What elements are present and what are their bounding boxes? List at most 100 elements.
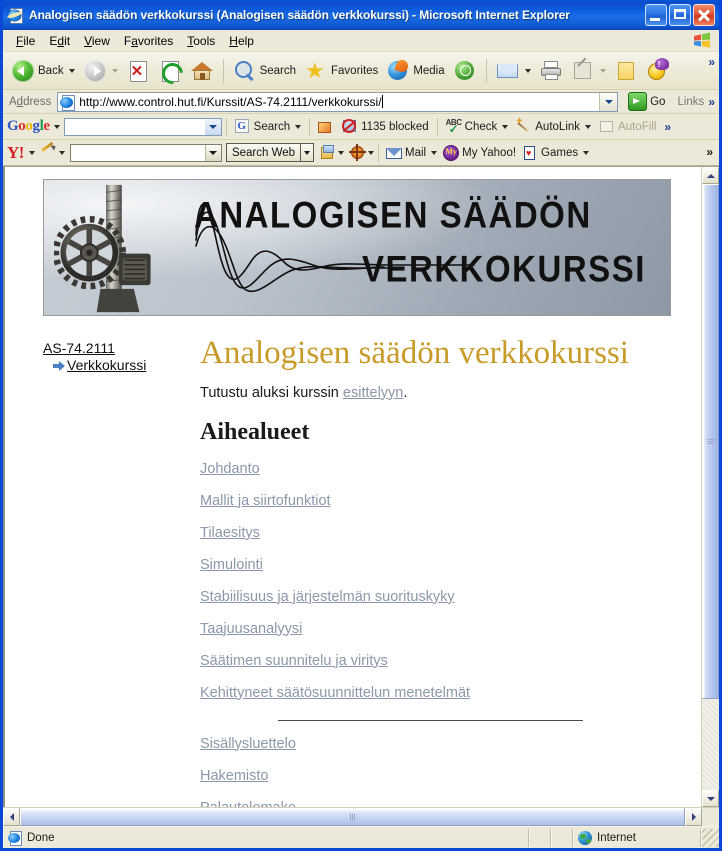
refresh-button[interactable]: [154, 55, 187, 88]
scroll-right-button[interactable]: [685, 808, 702, 826]
sidebar-item-verkkokurssi[interactable]: Verkkokurssi: [43, 357, 198, 373]
yahoo-search-history-dropdown[interactable]: [204, 144, 221, 161]
bookmarks-caret[interactable]: [338, 150, 345, 155]
google-search-button[interactable]: G Search: [231, 116, 305, 138]
autolink-caret[interactable]: [585, 124, 592, 129]
scroll-left-button[interactable]: [3, 808, 20, 826]
maximize-button[interactable]: [669, 4, 691, 26]
spellcheck-caret[interactable]: [502, 124, 509, 129]
google-g-icon: G: [234, 118, 251, 135]
topic-link-7[interactable]: Kehittyneet säätösuunnittelun menetelmät: [200, 685, 470, 701]
address-input[interactable]: http://www.control.hut.fi/Kurssit/AS-74.…: [57, 91, 619, 112]
resize-grip[interactable]: [701, 828, 719, 847]
go-button[interactable]: Go: [624, 92, 669, 111]
google-search-history-dropdown[interactable]: [204, 118, 221, 135]
edit-button[interactable]: [567, 55, 610, 87]
yahoo-games-button[interactable]: ♥ Games: [519, 142, 592, 164]
topic-link-0[interactable]: Johdanto: [200, 461, 260, 477]
topic-link-2[interactable]: Tilaesitys: [200, 525, 260, 541]
mail-dropdown-caret[interactable]: [524, 68, 531, 73]
menu-help[interactable]: Help: [222, 32, 261, 50]
edit-icon: [571, 57, 595, 83]
topic-link-5[interactable]: Taajuusanalyysi: [200, 621, 302, 637]
horizontal-scrollbar[interactable]: [3, 807, 719, 826]
search-button[interactable]: Search: [229, 55, 300, 87]
yahoo-overflow-chevron[interactable]: »: [706, 145, 713, 159]
address-dropdown-button[interactable]: [599, 92, 618, 111]
topic-link-4[interactable]: Stabiilisuus ja järjestelmän suorituskyk…: [200, 589, 455, 605]
list-item: Johdanto: [200, 460, 701, 478]
vertical-scroll-track[interactable]: [702, 184, 719, 790]
yahoo-mail-caret[interactable]: [431, 150, 438, 155]
back-dropdown-caret[interactable]: [68, 68, 75, 73]
pencil-icon[interactable]: [41, 141, 58, 161]
menu-edit[interactable]: Edit: [42, 32, 77, 50]
target-caret[interactable]: [368, 150, 375, 155]
google-popup-blocker-button[interactable]: 1135 blocked: [338, 116, 433, 138]
google-popup-settings-button[interactable]: [314, 116, 338, 138]
home-icon: [190, 59, 214, 83]
menu-file[interactable]: File: [9, 32, 42, 50]
games-caret[interactable]: [583, 150, 590, 155]
media-button[interactable]: Media: [382, 55, 448, 87]
forward-dropdown-caret[interactable]: [111, 68, 118, 73]
intro-link-esittelyyn[interactable]: esittelyyn: [343, 385, 403, 401]
minimize-button[interactable]: [645, 4, 667, 26]
menu-favorites[interactable]: Favorites: [117, 32, 180, 50]
sidebar-current-link[interactable]: Verkkokurssi: [67, 357, 146, 373]
extra-link-0[interactable]: Sisällysluettelo: [200, 736, 296, 752]
yahoo-search-split-caret[interactable]: [301, 143, 315, 162]
google-search-caret[interactable]: [295, 124, 302, 129]
google-search-input[interactable]: [63, 117, 222, 136]
edit-dropdown-caret[interactable]: [599, 68, 606, 73]
my-yahoo-button[interactable]: My My Yahoo!: [440, 142, 519, 164]
forward-button[interactable]: [79, 55, 122, 87]
menu-tools[interactable]: Tools: [180, 32, 222, 50]
google-spellcheck-button[interactable]: ABC ✓ Check: [442, 116, 513, 138]
messenger-button[interactable]: !: [642, 55, 674, 87]
topic-link-1[interactable]: Mallit ja siirtofunktiot: [200, 493, 331, 509]
yahoo-mail-button[interactable]: Mail: [383, 142, 440, 164]
links-button[interactable]: Links: [677, 96, 704, 108]
target-icon[interactable]: [349, 143, 367, 161]
bookmarks-icon[interactable]: [320, 144, 336, 161]
home-button[interactable]: [186, 55, 218, 87]
toolbar-overflow-chevron[interactable]: »: [708, 55, 715, 69]
security-zone-cell[interactable]: Internet: [573, 828, 701, 847]
yahoo-search-web-button[interactable]: Search Web: [225, 143, 302, 162]
stop-button[interactable]: ✕: [122, 55, 154, 87]
google-autofill-button[interactable]: AutoFill: [595, 116, 660, 138]
extra-link-1[interactable]: Hakemisto: [200, 768, 269, 784]
sidebar-item-course[interactable]: AS-74.2111: [43, 340, 198, 356]
yahoo-search-input[interactable]: [69, 143, 222, 162]
print-button[interactable]: [535, 55, 567, 87]
arrow-right-icon: [53, 360, 66, 371]
pencil-caret[interactable]: [58, 150, 65, 155]
yahoo-mail-icon: [386, 145, 403, 161]
notes-button[interactable]: [610, 55, 642, 87]
google-menu-caret[interactable]: [53, 124, 60, 129]
horizontal-scroll-thumb[interactable]: [20, 808, 685, 826]
close-button[interactable]: [693, 4, 715, 26]
yahoo-menu-caret[interactable]: [28, 150, 35, 155]
mail-button[interactable]: [492, 55, 535, 87]
google-overflow-chevron[interactable]: »: [664, 120, 671, 134]
title-bar: Analogisen säädön verkkokurssi (Analogis…: [3, 0, 719, 30]
history-button[interactable]: [449, 55, 481, 87]
favorites-button[interactable]: ★ Favorites: [300, 55, 382, 87]
scroll-down-button[interactable]: [702, 790, 719, 807]
address-overflow-chevron[interactable]: »: [708, 95, 717, 109]
topic-link-6[interactable]: Säätimen suunnitelu ja viritys: [200, 653, 388, 669]
sidebar-course-link[interactable]: AS-74.2111: [43, 340, 115, 356]
menu-view[interactable]: View: [77, 32, 117, 50]
extra-link-2[interactable]: Palautelomake: [200, 800, 296, 807]
back-button[interactable]: Back: [7, 55, 79, 87]
horizontal-scroll-track[interactable]: [20, 808, 685, 826]
vertical-scroll-thumb[interactable]: [702, 184, 719, 700]
banner-line-1: ANALOGISEN SÄÄDÖN: [194, 194, 592, 236]
google-autolink-button[interactable]: ✦ AutoLink: [512, 116, 595, 138]
vertical-scrollbar[interactable]: [701, 167, 719, 807]
main-column: Analogisen säädön verkkokurssi Tutustu a…: [198, 336, 701, 807]
scroll-up-button[interactable]: [702, 167, 719, 184]
topic-link-3[interactable]: Simulointi: [200, 557, 263, 573]
